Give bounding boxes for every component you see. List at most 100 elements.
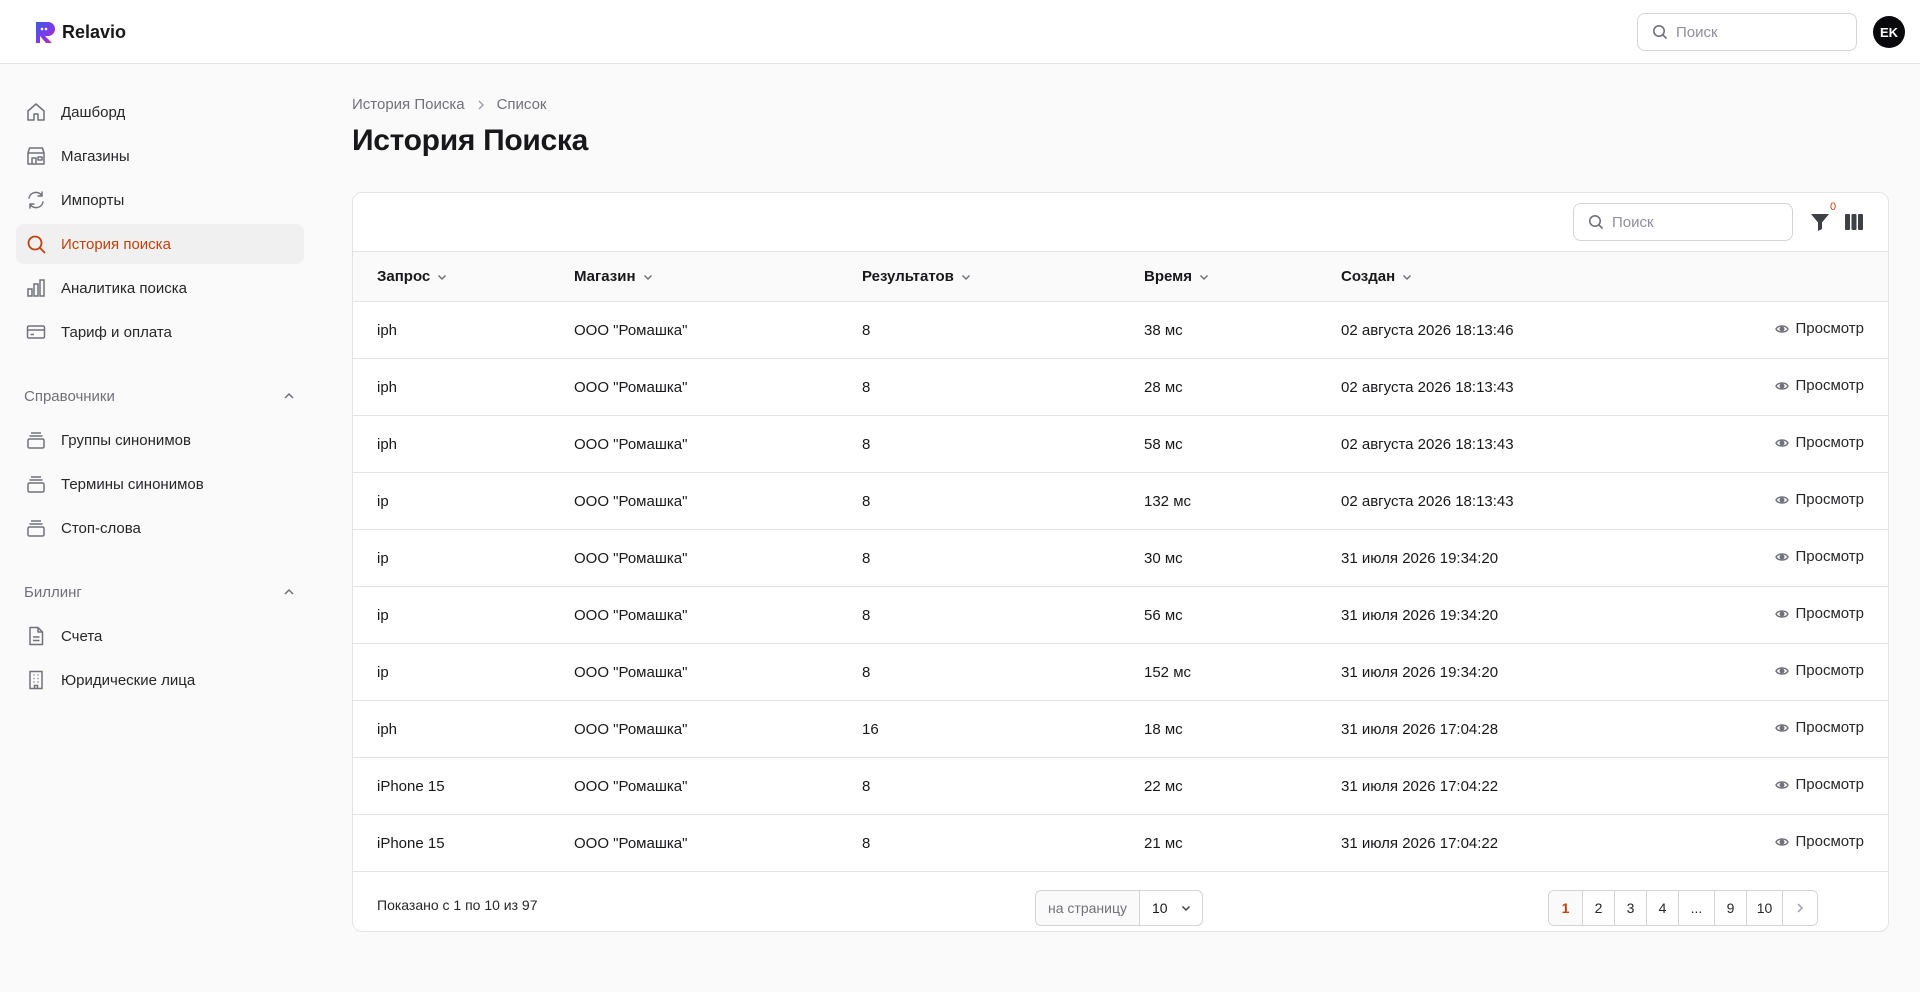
sidebar-item-label: Группы синонимов <box>61 431 191 449</box>
page-button-10[interactable]: 10 <box>1747 891 1783 925</box>
logo[interactable]: Relavio <box>34 20 126 44</box>
cell-created: 31 июля 2026 17:04:28 <box>1341 720 1499 738</box>
column-header-results[interactable]: Результатов <box>862 252 1144 302</box>
view-button[interactable]: Просмотр <box>1775 548 1864 565</box>
chevron-right-icon <box>1797 903 1804 913</box>
chevron-down-icon <box>438 274 447 280</box>
view-button[interactable]: Просмотр <box>1775 434 1864 451</box>
cell-results: 8 <box>862 435 871 453</box>
sidebar-item-dashboard[interactable]: Дашборд <box>16 92 304 132</box>
table-row[interactable]: iph ООО "Ромашка" 8 38 мс 02 августа 2026 18… <box>353 302 1888 359</box>
column-header-shop[interactable]: Магазин <box>574 252 862 302</box>
sidebar-item-imports[interactable]: Импорты <box>16 180 304 220</box>
column-header-label: Создан <box>1341 268 1396 285</box>
eye-icon <box>1775 382 1790 390</box>
view-button[interactable]: Просмотр <box>1775 605 1864 622</box>
table-row[interactable]: ip ООО "Ромашка" 8 132 мс 02 августа 2026 18… <box>353 473 1888 530</box>
cell-query: iph <box>377 378 398 396</box>
sidebar-item-stores[interactable]: Магазины <box>16 136 304 176</box>
sidebar-item-synonym-groups[interactable]: Группы синонимов <box>16 420 304 460</box>
table-footer: Показано с 1 по 10 из 97 на страницу 10 … <box>353 878 1888 931</box>
chevron-up-icon <box>284 588 294 595</box>
cell-shop: ООО "Ромашка" <box>574 492 688 510</box>
view-button[interactable]: Просмотр <box>1775 491 1864 508</box>
cell-actions: Просмотр <box>1641 701 1888 758</box>
cell-time: 56 мс <box>1144 606 1183 624</box>
next-page-button[interactable] <box>1783 891 1817 925</box>
table-search-input[interactable] <box>1612 213 1772 231</box>
search-icon <box>27 235 46 254</box>
global-search[interactable] <box>1637 13 1857 51</box>
table-row[interactable]: ip ООО "Ромашка" 8 30 мс 31 июля 2026 19:34:… <box>353 530 1888 587</box>
column-header-time[interactable]: Время <box>1144 252 1341 302</box>
cell-query: iPhone 15 <box>377 777 445 795</box>
per-page-control: на страницу 10 <box>1035 890 1203 926</box>
search-history-table: Запрос Магазин Результатов Время Создан … <box>353 251 1888 872</box>
table-toolbar: 0 <box>353 193 1888 251</box>
document-icon <box>29 626 44 646</box>
filter-icon[interactable] <box>1809 211 1831 233</box>
sidebar-item-search-history[interactable]: История поиска <box>16 224 304 264</box>
table-row[interactable]: iPhone 15 ООО "Ромашка" 8 22 мс 31 июля 2026… <box>353 758 1888 815</box>
top-bar: Relavio EK <box>0 0 1920 64</box>
view-button[interactable]: Просмотр <box>1775 719 1864 736</box>
view-button-label: Просмотр <box>1795 548 1864 566</box>
view-button[interactable]: Просмотр <box>1775 662 1864 679</box>
table-row[interactable]: iph ООО "Ромашка" 16 18 мс 31 июля 2026 17:0… <box>353 701 1888 758</box>
view-button-label: Просмотр <box>1795 662 1864 680</box>
sidebar-item-search-analytics[interactable]: Аналитика поиска <box>16 268 304 308</box>
sidebar-item-label: Аналитика поиска <box>61 279 187 297</box>
sidebar-item-stop-words[interactable]: Стоп-слова <box>16 508 304 548</box>
cell-results: 8 <box>862 606 871 624</box>
cell-time: 152 мс <box>1144 663 1192 681</box>
sidebar-section-billing[interactable]: Биллинг <box>16 572 304 612</box>
global-search-input[interactable] <box>1676 23 1836 41</box>
page-button-4[interactable]: 4 <box>1647 891 1679 925</box>
cell-shop: ООО "Ромашка" <box>574 720 688 738</box>
column-header-query[interactable]: Запрос <box>353 252 574 302</box>
page-button-2[interactable]: 2 <box>1583 891 1615 925</box>
table-search[interactable] <box>1573 203 1793 241</box>
sidebar-item-synonym-terms[interactable]: Термины синонимов <box>16 464 304 504</box>
cell-time: 38 мс <box>1144 321 1183 339</box>
cell-query: ip <box>377 549 389 567</box>
pagination-ellipsis: ... <box>1679 891 1715 925</box>
sidebar-item-billing-plan[interactable]: Тариф и оплата <box>16 312 304 352</box>
table-header-row: Запрос Магазин Результатов Время Создан <box>353 251 1888 302</box>
sidebar-section-directories[interactable]: Справочники <box>16 376 304 416</box>
page-button-3[interactable]: 3 <box>1615 891 1647 925</box>
column-header-label: Запрос <box>377 268 431 285</box>
sidebar-item-legal-entities[interactable]: Юридические лица <box>16 660 304 700</box>
columns-icon[interactable] <box>1843 211 1865 233</box>
view-button[interactable]: Просмотр <box>1775 833 1864 850</box>
column-header-created[interactable]: Создан <box>1341 252 1641 302</box>
per-page-select[interactable]: 10 <box>1140 891 1202 925</box>
column-header-label: Время <box>1144 268 1192 285</box>
chevron-right-icon <box>478 99 484 110</box>
table-row[interactable]: ip ООО "Ромашка" 8 152 мс 31 июля 2026 19:34… <box>353 644 1888 701</box>
table-row[interactable]: iph ООО "Ромашка" 8 28 мс 02 августа 2026 18… <box>353 359 1888 416</box>
table-row[interactable]: iPhone 15 ООО "Ромашка" 8 21 мс 31 июля 2026… <box>353 815 1888 872</box>
view-button[interactable]: Просмотр <box>1775 320 1864 337</box>
sidebar-item-invoices[interactable]: Счета <box>16 616 304 656</box>
credit-card-icon <box>26 325 46 339</box>
breadcrumb-parent-link[interactable]: История Поиска <box>352 96 465 113</box>
page-button-1[interactable]: 1 <box>1549 891 1583 925</box>
section-title: Справочники <box>24 387 115 405</box>
eye-icon <box>1775 496 1790 504</box>
view-button[interactable]: Просмотр <box>1775 776 1864 793</box>
cell-time: 30 мс <box>1144 549 1183 567</box>
app-name: Relavio <box>62 21 127 42</box>
bar-chart-icon <box>27 279 45 297</box>
cell-shop: ООО "Ромашка" <box>574 435 688 453</box>
view-button[interactable]: Просмотр <box>1775 377 1864 394</box>
cell-created: 02 августа 2026 18:13:46 <box>1341 321 1514 339</box>
page-button-9[interactable]: 9 <box>1715 891 1747 925</box>
sidebar-item-label: Счета <box>61 627 103 645</box>
breadcrumb: История Поиска Список <box>352 96 547 113</box>
cell-results: 16 <box>862 720 879 738</box>
user-avatar[interactable]: EK <box>1873 16 1905 48</box>
table-row[interactable]: iph ООО "Ромашка" 8 58 мс 02 августа 2026 18… <box>353 416 1888 473</box>
table-row[interactable]: ip ООО "Ромашка" 8 56 мс 31 июля 2026 19:34:… <box>353 587 1888 644</box>
cell-results: 8 <box>862 549 871 567</box>
